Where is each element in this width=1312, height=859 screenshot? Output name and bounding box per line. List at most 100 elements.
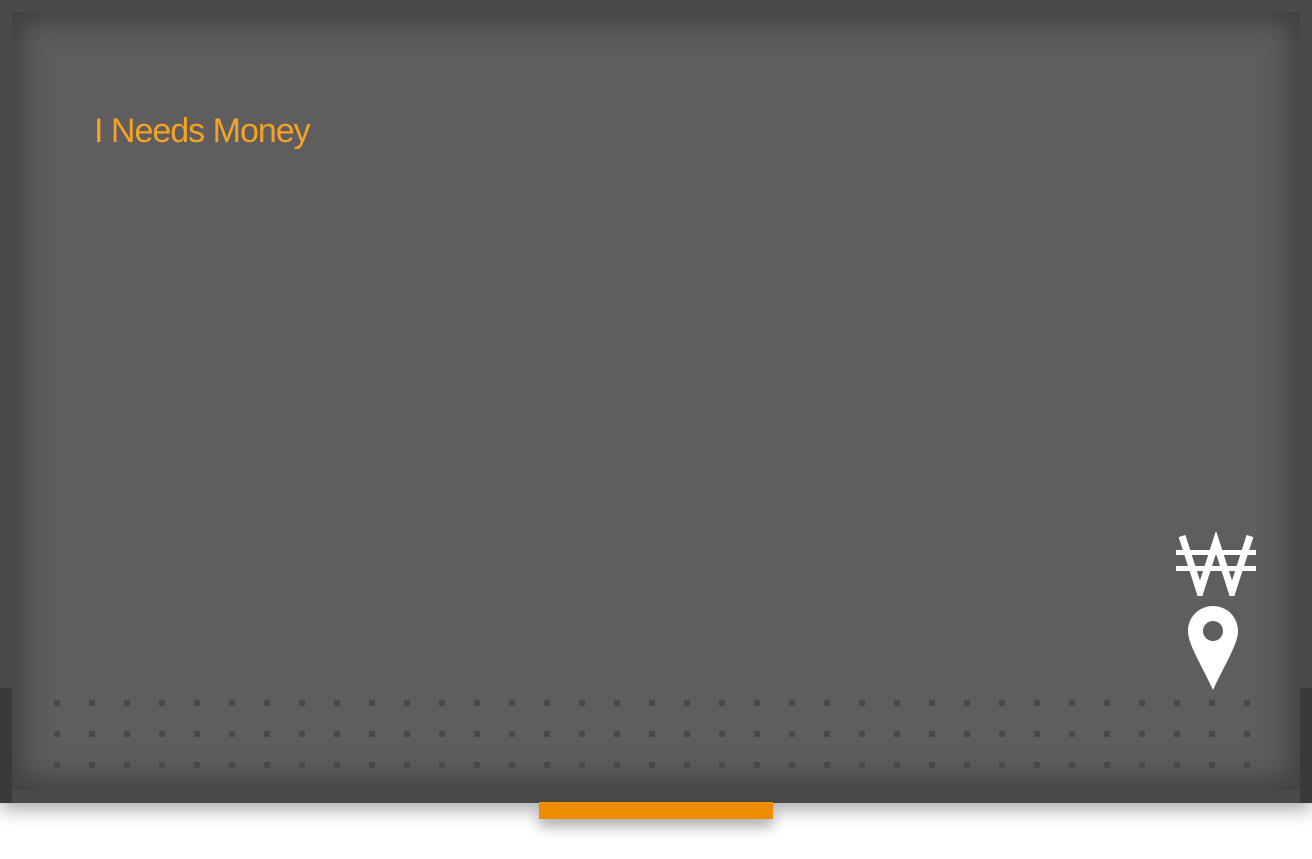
grid-dot — [369, 762, 375, 768]
grid-dot — [369, 731, 375, 737]
grid-dot — [54, 762, 60, 768]
grid-dot — [754, 700, 760, 706]
grid-dot — [509, 731, 515, 737]
grid-dot — [544, 700, 550, 706]
grid-dot — [999, 700, 1005, 706]
grid-dot — [719, 731, 725, 737]
grid-dot — [474, 762, 480, 768]
grid-dot — [614, 762, 620, 768]
grid-dot — [579, 731, 585, 737]
grid-dot — [1069, 700, 1075, 706]
grid-dot — [1139, 731, 1145, 737]
grid-dot — [439, 762, 445, 768]
grid-dot — [509, 700, 515, 706]
grid-dot — [929, 731, 935, 737]
grid-dot — [1034, 731, 1040, 737]
grid-dot — [859, 700, 865, 706]
grid-dot — [1104, 700, 1110, 706]
grid-dot — [614, 731, 620, 737]
grid-dot — [229, 731, 235, 737]
grid-dot — [579, 762, 585, 768]
grid-dot — [194, 762, 200, 768]
app-screen: I Needs Money — [12, 12, 1300, 790]
frame-side-right — [1300, 688, 1312, 803]
grid-dot — [54, 700, 60, 706]
grid-dot — [789, 762, 795, 768]
grid-dot — [1034, 700, 1040, 706]
grid-dot — [579, 700, 585, 706]
grid-dot — [824, 762, 830, 768]
grid-dot — [999, 731, 1005, 737]
grid-dot — [1104, 731, 1110, 737]
grid-dot — [194, 700, 200, 706]
won-sign-icon[interactable] — [1176, 532, 1256, 596]
grid-dot — [159, 700, 165, 706]
grid-dot — [264, 762, 270, 768]
grid-dot — [89, 762, 95, 768]
grid-dot — [334, 731, 340, 737]
grid-dot — [894, 731, 900, 737]
grid-dot — [964, 762, 970, 768]
grid-dot — [929, 700, 935, 706]
grid-dot — [684, 731, 690, 737]
grid-dot — [1174, 700, 1180, 706]
grid-dot — [649, 762, 655, 768]
grid-dot — [229, 762, 235, 768]
grid-dot — [264, 700, 270, 706]
grid-dot — [474, 731, 480, 737]
grid-dot — [544, 762, 550, 768]
grid-dot — [929, 762, 935, 768]
grid-dot — [89, 731, 95, 737]
grid-dot — [89, 700, 95, 706]
grid-dot — [404, 700, 410, 706]
grid-dot — [509, 762, 515, 768]
grid-dot — [999, 762, 1005, 768]
grid-dot — [719, 762, 725, 768]
page-title: I Needs Money — [94, 112, 311, 150]
grid-dot — [159, 731, 165, 737]
grid-dot — [1069, 731, 1075, 737]
grid-dot — [229, 700, 235, 706]
device-frame: I Needs Money — [0, 0, 1312, 803]
grid-dot — [789, 731, 795, 737]
grid-dot — [124, 762, 130, 768]
bottom-pull-tab[interactable] — [539, 802, 773, 819]
grid-dot — [754, 762, 760, 768]
grid-dot — [964, 731, 970, 737]
grid-dot — [404, 731, 410, 737]
grid-dot — [894, 762, 900, 768]
grid-dot — [1174, 731, 1180, 737]
grid-dot — [649, 700, 655, 706]
grid-dot — [859, 762, 865, 768]
grid-dot — [299, 762, 305, 768]
grid-dot — [264, 731, 270, 737]
grid-dot — [859, 731, 865, 737]
grid-dot — [719, 700, 725, 706]
grid-dot — [299, 731, 305, 737]
frame-side-left — [0, 688, 12, 803]
grid-dot — [1034, 762, 1040, 768]
grid-dot — [54, 731, 60, 737]
grid-dot — [754, 731, 760, 737]
grid-dot — [1139, 762, 1145, 768]
grid-dot — [369, 700, 375, 706]
grid-dot — [1244, 762, 1250, 768]
map-pin-icon[interactable] — [1188, 606, 1238, 690]
grid-dot — [124, 731, 130, 737]
grid-dot — [789, 700, 795, 706]
grid-dot — [1209, 762, 1215, 768]
grid-dot — [544, 731, 550, 737]
grid-dot — [1209, 731, 1215, 737]
grid-dot — [824, 700, 830, 706]
grid-dot — [684, 700, 690, 706]
dot-grid-decoration — [50, 697, 1262, 777]
grid-dot — [1244, 731, 1250, 737]
grid-dot — [1069, 762, 1075, 768]
grid-dot — [1209, 700, 1215, 706]
grid-dot — [649, 731, 655, 737]
grid-dot — [1244, 700, 1250, 706]
grid-dot — [614, 700, 620, 706]
grid-dot — [894, 700, 900, 706]
grid-dot — [334, 700, 340, 706]
grid-dot — [124, 700, 130, 706]
